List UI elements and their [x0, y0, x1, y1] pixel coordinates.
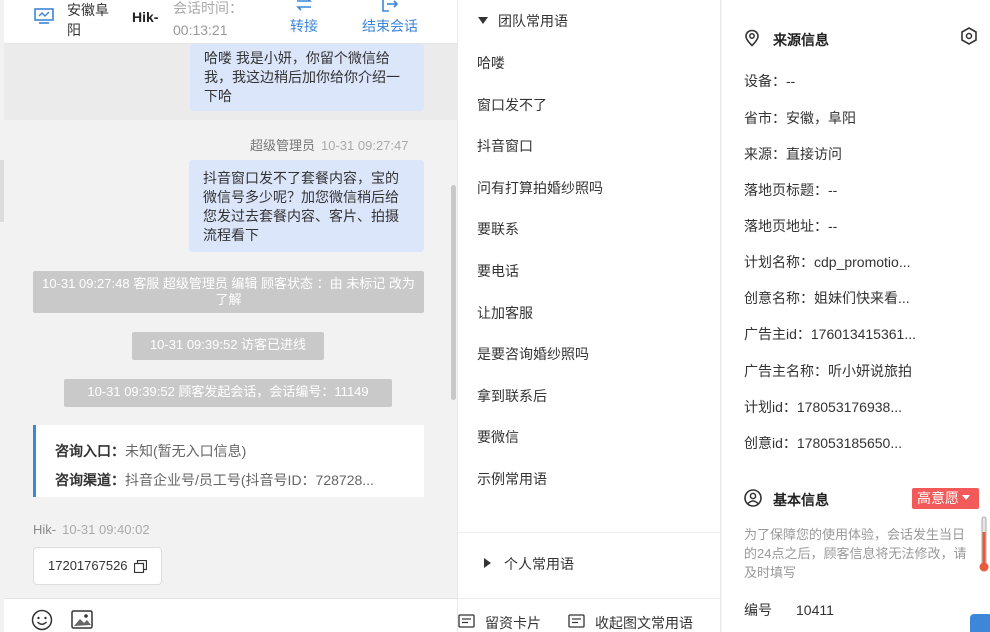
plan-name-field: 计划名称：cdp_promotio...	[744, 254, 911, 270]
phrase-item[interactable]: 示例常用语	[477, 469, 547, 489]
image-icon[interactable]	[71, 610, 93, 629]
creative-name-field: 创意名称：姐妹们快来看...	[744, 290, 910, 306]
source-field: 来源：直接访问	[744, 146, 842, 162]
caret-right-icon	[484, 558, 491, 568]
visitor-name: Hik-	[33, 522, 57, 537]
phrases-panel: 团队常用语 哈喽 窗口发不了 抖音窗口 问有打算拍婚纱照吗 要联系 要电话 让加…	[457, 0, 722, 632]
phrase-item[interactable]: 抖音窗口	[477, 136, 533, 156]
system-message: 10-31 09:27:48 客服 超级管理员 编辑 顾客状态 ：由 未标记 改…	[33, 271, 424, 313]
source-info-title: 来源信息	[773, 32, 829, 48]
phrase-item[interactable]: 让加客服	[477, 303, 533, 323]
landing-url-field: 落地页地址：--	[744, 218, 838, 234]
visitor-phone-message: 17201767526	[33, 547, 162, 585]
phrase-item[interactable]: 要电话	[477, 261, 519, 281]
transfer-label: 转接	[290, 18, 318, 34]
system-message: 10-31 09:39:52 访客已进线	[132, 332, 324, 360]
lead-card-label: 留资卡片	[485, 615, 541, 631]
message-sender-line: 超级管理员 10-31 09:27:47	[250, 135, 408, 154]
emoji-icon[interactable]	[31, 609, 53, 631]
phrase-item[interactable]: 是要咨询婚纱照吗	[477, 344, 589, 364]
agent-message-bubble: 抖音窗口发不了套餐内容，宝的微信号多少呢？加您微信稍后给您发过去套餐内容、客片、…	[189, 160, 424, 252]
intent-badge[interactable]: 高意愿	[912, 488, 979, 509]
message-icon	[568, 614, 585, 628]
settings-icon[interactable]	[960, 27, 978, 45]
agent-message-bubble: 哈喽 我是小妍，你留个微信给我，我这边稍后加你给你介绍一下哈	[190, 44, 424, 111]
monitor-icon	[34, 8, 54, 24]
consult-channel-label: 咨询渠道：	[55, 472, 125, 488]
consult-entry-value: 未知(暂无入口信息)	[125, 443, 247, 459]
consult-info-card: 咨询入口：未知(暂无入口信息) 咨询渠道：抖音企业号/员工号(抖音号ID：728…	[33, 425, 424, 497]
phrase-item[interactable]: 哈喽	[477, 53, 505, 73]
visitor-location: 安徽阜阳	[67, 2, 109, 38]
visitor-timestamp: 10-31 09:40:02	[62, 522, 150, 537]
lead-card-button[interactable]: 留资卡片	[458, 613, 541, 632]
message-timestamp: 10-31 09:27:47	[321, 138, 409, 153]
plan-id-field: 计划id：178053176938...	[744, 399, 902, 415]
thermometer-icon	[979, 516, 989, 572]
advertiser-name-field: 广告主名称：听小妍说旅拍	[744, 363, 912, 379]
collapse-phrases-button[interactable]: 收起图文常用语	[568, 613, 693, 632]
end-session-button[interactable]: 结束会话	[362, 0, 418, 36]
advertiser-id-field: 广告主id：176013415361...	[744, 326, 916, 342]
consult-entry-label: 咨询入口：	[55, 443, 125, 459]
caret-down-icon	[478, 17, 488, 24]
personal-phrases-title: 个人常用语	[504, 556, 574, 572]
team-phrases-title: 团队常用语	[498, 13, 568, 29]
edit-notice: 为了保障您的使用体验，会话发生当日的24点之后，顾客信息将无法修改，请及时填写	[744, 527, 967, 580]
phrase-item[interactable]: 窗口发不了	[477, 95, 547, 115]
consult-channel-row: 咨询渠道：抖音企业号/员工号(抖音号ID：728728...	[55, 466, 424, 495]
personal-phrases-group[interactable]: 个人常用语	[484, 554, 574, 574]
caret-down-icon	[962, 495, 970, 500]
chat-header: 安徽阜阳 Hik- 会话时间： 00:13:21 转接 结束会话	[4, 0, 457, 44]
consult-entry-row: 咨询入口：未知(暂无入口信息)	[55, 437, 424, 466]
sender-name: 超级管理员	[250, 138, 316, 153]
copy-icon[interactable]	[134, 560, 147, 573]
customer-id-field: 编号 10411	[744, 600, 834, 620]
phone-number: 17201767526	[48, 558, 128, 573]
customer-id-value: 10411	[796, 602, 834, 618]
end-session-label: 结束会话	[362, 18, 418, 34]
chat-scrollbar[interactable]	[451, 185, 456, 400]
visitor-sender-line: Hik- 10-31 09:40:02	[33, 522, 150, 537]
session-time-value: 00:13:21	[173, 22, 228, 38]
collapse-phrases-label: 收起图文常用语	[595, 615, 693, 631]
province-field: 省市：安徽，阜阳	[744, 110, 856, 126]
device-field: 设备：--	[744, 73, 796, 89]
left-edge-strip	[0, 160, 4, 222]
user-icon	[744, 489, 762, 507]
team-phrases-group[interactable]: 团队常用语	[478, 11, 568, 31]
intent-badge-label: 高意愿	[917, 490, 959, 506]
customer-info-panel: 来源信息 设备：-- 省市：安徽，阜阳 来源：直接访问 落地页标题：-- 落地页…	[722, 0, 990, 632]
landing-title-field: 落地页标题：--	[744, 182, 838, 198]
system-message: 10-31 09:39:52 顾客发起会话，会话编号：11149	[64, 379, 392, 407]
consult-channel-value: 抖音企业号/员工号(抖音号ID：728728...	[125, 472, 374, 488]
phrase-item[interactable]: 要微信	[477, 427, 519, 447]
floating-action-button[interactable]	[970, 614, 990, 632]
chat-panel: 哈喽 我是小妍，你留个微信给我，我这边稍后加你给你介绍一下哈 超级管理员 10-3…	[0, 0, 457, 632]
location-pin-icon	[745, 29, 759, 47]
phrase-item[interactable]: 问有打算拍婚纱照吗	[477, 178, 603, 198]
phrase-item[interactable]: 拿到联系后	[477, 386, 547, 406]
visitor-name-header: Hik-	[132, 9, 159, 25]
customer-id-label: 编号	[744, 602, 772, 618]
session-time-label: 会话时间：	[173, 0, 243, 16]
creative-id-field: 创意id：178053185650...	[744, 435, 902, 451]
card-icon	[458, 614, 475, 628]
basic-info-title: 基本信息	[773, 492, 829, 508]
phrase-item[interactable]: 要联系	[477, 219, 519, 239]
transfer-icon	[296, 0, 312, 11]
exit-icon	[382, 0, 399, 12]
transfer-button[interactable]: 转接	[290, 0, 318, 36]
divider	[458, 532, 722, 533]
